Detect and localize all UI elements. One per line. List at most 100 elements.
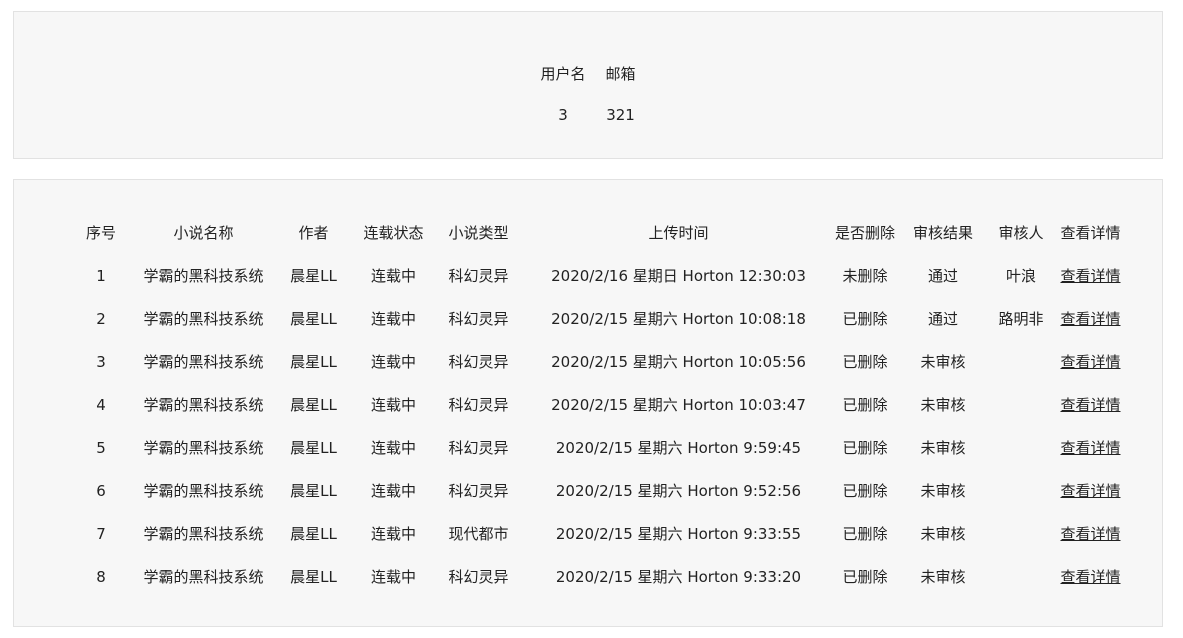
cell-review-result: 未审核	[920, 568, 966, 586]
cell-author: 晨星LL	[290, 525, 337, 543]
cell-index: 8	[96, 567, 106, 586]
cell-index: 2	[96, 309, 106, 328]
cell-review-result: 未审核	[920, 525, 966, 543]
cell-reviewer	[982, 426, 1060, 469]
cell-genre: 现代都市	[448, 525, 509, 543]
cell-reviewer	[982, 469, 1060, 512]
view-details-link[interactable]: 查看详情	[1060, 482, 1120, 500]
cell-uploaded: 2020/2/15 星期六 Horton 10:05:56	[551, 353, 806, 371]
cell-email: 321	[606, 106, 635, 124]
cell-reviewer: 叶浪	[1005, 267, 1036, 285]
cell-deleted: 已删除	[842, 396, 888, 414]
cell-review-result: 通过	[927, 267, 958, 285]
cell-status: 连载中	[370, 525, 416, 543]
user-table-header-row: 用户名 邮箱	[530, 52, 645, 94]
cell-author: 晨星LL	[290, 482, 337, 500]
cell-uploaded: 2020/2/15 星期六 Horton 9:59:45	[555, 439, 802, 457]
cell-genre: 科幻灵异	[448, 396, 509, 414]
user-table: 用户名 邮箱 3 321	[530, 52, 645, 136]
cell-status: 连载中	[370, 568, 416, 586]
cell-uploaded: 2020/2/15 星期六 Horton 9:52:56	[555, 482, 802, 500]
cell-details: 查看详情	[1060, 340, 1121, 383]
cell-title: 学霸的黑科技系统	[143, 353, 264, 371]
cell-genre: 科幻灵异	[448, 439, 509, 457]
header-deleted: 是否删除	[834, 224, 895, 242]
cell-index: 1	[96, 266, 106, 285]
novel-table-header-row: 序号 小说名称 作者 连载状态 小说类型 上传时间 是否删除 审核结果 审核人 …	[61, 211, 1121, 254]
table-row: 7 学霸的黑科技系统 晨星LL 连载中 现代都市 2020/2/15 星期六 H…	[61, 512, 1121, 555]
header-username: 用户名	[540, 64, 586, 83]
cell-deleted: 已删除	[842, 525, 888, 543]
cell-index: 5	[96, 438, 106, 457]
cell-deleted: 未删除	[842, 267, 888, 285]
header-review-result: 审核结果	[912, 224, 973, 242]
cell-title: 学霸的黑科技系统	[143, 396, 264, 414]
table-row: 4 学霸的黑科技系统 晨星LL 连载中 科幻灵异 2020/2/15 星期六 H…	[61, 383, 1121, 426]
cell-uploaded: 2020/2/15 星期六 Horton 9:33:55	[555, 525, 802, 543]
user-table-row: 3 321	[530, 94, 645, 136]
cell-details: 查看详情	[1060, 383, 1121, 426]
cell-title: 学霸的黑科技系统	[143, 568, 264, 586]
view-details-link[interactable]: 查看详情	[1060, 396, 1120, 414]
cell-details: 查看详情	[1060, 469, 1121, 512]
cell-status: 连载中	[370, 310, 416, 328]
cell-title: 学霸的黑科技系统	[143, 439, 264, 457]
cell-details: 查看详情	[1060, 297, 1121, 340]
table-row: 8 学霸的黑科技系统 晨星LL 连载中 科幻灵异 2020/2/15 星期六 H…	[61, 555, 1121, 598]
cell-review-result: 未审核	[920, 482, 966, 500]
header-uploaded: 上传时间	[648, 224, 709, 242]
cell-genre: 科幻灵异	[448, 568, 509, 586]
cell-status: 连载中	[370, 353, 416, 371]
cell-uploaded: 2020/2/15 星期六 Horton 10:03:47	[551, 396, 806, 414]
novel-table: 序号 小说名称 作者 连载状态 小说类型 上传时间 是否删除 审核结果 审核人 …	[61, 211, 1121, 598]
view-details-link[interactable]: 查看详情	[1060, 439, 1120, 457]
cell-reviewer	[982, 512, 1060, 555]
cell-uploaded: 2020/2/15 星期六 Horton 10:08:18	[551, 310, 806, 328]
cell-genre: 科幻灵异	[448, 353, 509, 371]
cell-author: 晨星LL	[290, 396, 337, 414]
cell-author: 晨星LL	[290, 568, 337, 586]
view-details-link[interactable]: 查看详情	[1060, 568, 1120, 586]
view-details-link[interactable]: 查看详情	[1060, 525, 1120, 543]
cell-index: 7	[96, 524, 106, 543]
cell-author: 晨星LL	[290, 439, 337, 457]
novel-list-panel: 序号 小说名称 作者 连载状态 小说类型 上传时间 是否删除 审核结果 审核人 …	[13, 179, 1163, 627]
cell-review-result: 通过	[927, 310, 958, 328]
cell-status: 连载中	[370, 482, 416, 500]
header-genre: 小说类型	[448, 224, 509, 242]
cell-details: 查看详情	[1060, 254, 1121, 297]
cell-status: 连载中	[370, 439, 416, 457]
table-row: 2 学霸的黑科技系统 晨星LL 连载中 科幻灵异 2020/2/15 星期六 H…	[61, 297, 1121, 340]
cell-status: 连载中	[370, 267, 416, 285]
header-email: 邮箱	[605, 64, 636, 83]
table-row: 6 学霸的黑科技系统 晨星LL 连载中 科幻灵异 2020/2/15 星期六 H…	[61, 469, 1121, 512]
cell-index: 4	[96, 395, 106, 414]
cell-reviewer	[982, 555, 1060, 598]
cell-reviewer: 路明非	[998, 310, 1044, 328]
view-details-link[interactable]: 查看详情	[1060, 267, 1120, 285]
cell-title: 学霸的黑科技系统	[143, 482, 264, 500]
header-details: 查看详情	[1060, 224, 1121, 242]
header-status: 连载状态	[363, 224, 424, 242]
table-row: 5 学霸的黑科技系统 晨星LL 连载中 科幻灵异 2020/2/15 星期六 H…	[61, 426, 1121, 469]
cell-deleted: 已删除	[842, 482, 888, 500]
cell-deleted: 已删除	[842, 310, 888, 328]
cell-uploaded: 2020/2/15 星期六 Horton 9:33:20	[555, 568, 802, 586]
cell-genre: 科幻灵异	[448, 267, 509, 285]
cell-reviewer	[982, 383, 1060, 426]
cell-index: 6	[96, 481, 106, 500]
view-details-link[interactable]: 查看详情	[1060, 353, 1120, 371]
user-info-panel: 用户名 邮箱 3 321	[13, 11, 1163, 159]
table-row: 1 学霸的黑科技系统 晨星LL 连载中 科幻灵异 2020/2/16 星期日 H…	[61, 254, 1121, 297]
header-index: 序号	[85, 224, 116, 242]
cell-genre: 科幻灵异	[448, 310, 509, 328]
cell-index: 3	[96, 352, 106, 371]
header-reviewer: 审核人	[998, 224, 1044, 242]
cell-deleted: 已删除	[842, 439, 888, 457]
cell-details: 查看详情	[1060, 512, 1121, 555]
header-author: 作者	[298, 224, 329, 242]
cell-review-result: 未审核	[920, 396, 966, 414]
view-details-link[interactable]: 查看详情	[1060, 310, 1120, 328]
cell-reviewer	[982, 340, 1060, 383]
table-row: 3 学霸的黑科技系统 晨星LL 连载中 科幻灵异 2020/2/15 星期六 H…	[61, 340, 1121, 383]
